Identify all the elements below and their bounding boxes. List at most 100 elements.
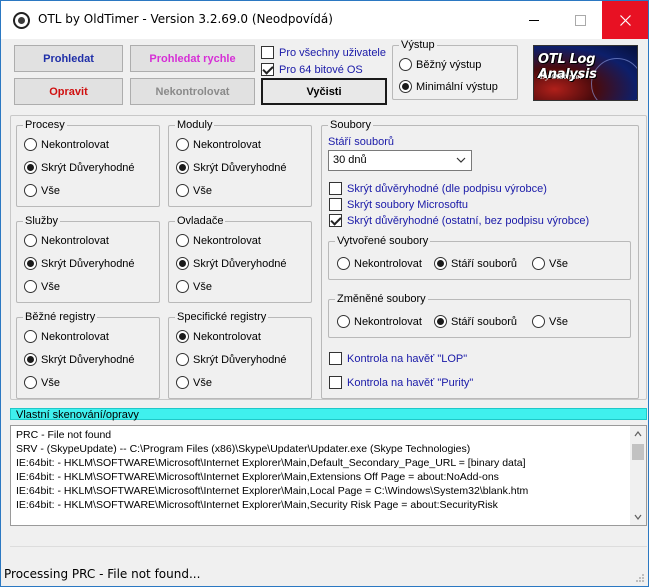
services-all-radio[interactable]: Vše [24,280,60,293]
radio-dot[interactable] [532,257,545,270]
output-normal-radio[interactable]: Běžný výstup [399,58,481,71]
option-label: Nekontrolovat [354,257,422,270]
modules-hide-trusted-radio[interactable]: Skrýt Důveryhodné [176,161,287,174]
services-hide-trusted-radio[interactable]: Skrýt Důveryhodné [24,257,135,270]
created-none-radio[interactable]: Nekontrolovat [337,257,422,270]
checkbox-box[interactable] [329,352,342,365]
radio-dot[interactable] [24,280,37,293]
minimize-button[interactable] [511,1,557,39]
modified-none-radio[interactable]: Nekontrolovat [337,315,422,328]
hide-trusted-other-checkbox[interactable]: Skrýt důvěryhodné (ostatní, bez podpisu … [329,214,589,227]
modules-all-radio[interactable]: Vše [176,184,212,197]
radio-dot[interactable] [24,184,37,197]
purity-checkbox[interactable]: Kontrola na havěť "Purity" [329,376,473,389]
fix-button[interactable]: Opravit [14,78,123,105]
radio-dot[interactable] [176,138,189,151]
app-icon [13,12,30,29]
radio-dot[interactable] [24,353,37,366]
quick-scan-button[interactable]: Prohledat rychle [130,45,255,72]
scan-button[interactable]: Prohledat [14,45,123,72]
radio-dot[interactable] [176,234,189,247]
modules-group: Moduly Nekontrolovat Skrýt Důveryhodné V… [168,119,312,207]
vertical-scrollbar[interactable] [630,426,646,525]
specific-registry-group: Specifické registry Nekontrolovat Skrýt … [168,311,312,399]
log-line: PRC - File not found [16,429,112,441]
checkbox-label: Skrýt důvěryhodné (dle podpisu výrobce) [347,182,547,195]
checkbox-box[interactable] [329,182,342,195]
output-minimal-radio[interactable]: Minimální výstup [399,80,498,93]
radio-dot[interactable] [176,280,189,293]
created-all-radio[interactable]: Vše [532,257,568,270]
radio-dot[interactable] [434,315,447,328]
option-label: Vše [549,257,568,270]
radio-dot[interactable] [24,257,37,270]
output-legend: Výstup [399,39,437,51]
modified-all-radio[interactable]: Vše [532,315,568,328]
radio-dot[interactable] [24,161,37,174]
checkbox-label: Kontrola na havěť "LOP" [347,352,468,365]
radio-dot[interactable] [24,138,37,151]
option-label: Nekontrolovat [193,138,261,151]
all-users-checkbox[interactable]: Pro všechny uživatele [261,46,386,59]
drivers-hide-trusted-radio[interactable]: Skrýt Důveryhodné [176,257,287,270]
close-button[interactable] [602,1,648,39]
checkbox-box[interactable] [329,376,342,389]
lop-checkbox[interactable]: Kontrola na havěť "LOP" [329,352,467,365]
drivers-legend: Ovladače [175,215,226,227]
registry-all-radio[interactable]: Vše [24,376,60,389]
radio-dot[interactable] [176,330,189,343]
processes-none-radio[interactable]: Nekontrolovat [24,138,109,151]
scroll-up-icon[interactable] [634,430,642,438]
custom-scan-textarea[interactable]: PRC - File not found SRV - (SkypeUpdate)… [10,425,647,526]
maximize-button[interactable] [557,1,603,39]
hide-trusted-signed-checkbox[interactable]: Skrýt důvěryhodné (dle podpisu výrobce) [329,182,547,195]
radio-dot[interactable] [24,376,37,389]
modified-age-radio[interactable]: Stáří souborů [434,315,517,328]
radio-dot[interactable] [337,257,350,270]
processes-all-radio[interactable]: Vše [24,184,60,197]
log-line: IE:64bit: - HKLM\SOFTWARE\Microsoft\Inte… [16,499,498,511]
modules-none-radio[interactable]: Nekontrolovat [176,138,261,151]
checkbox-box[interactable] [329,214,342,227]
file-age-select[interactable]: 30 dnů [328,150,472,171]
radio-dot[interactable] [176,161,189,174]
hide-microsoft-files-checkbox[interactable]: Skrýt soubory Microsoftu [329,198,468,211]
scroll-down-icon[interactable] [634,513,642,521]
specific-registry-all-radio[interactable]: Vše [176,376,212,389]
radio-dot[interactable] [176,184,189,197]
resize-grip-icon[interactable] [635,573,645,583]
radio-dot[interactable] [24,234,37,247]
radio-dot[interactable] [399,80,412,93]
option-label: Skrýt Důveryhodné [41,353,135,366]
registry-none-radio[interactable]: Nekontrolovat [24,330,109,343]
option-label: Stáří souborů [451,257,518,270]
radio-dot[interactable] [24,330,37,343]
x64-checkbox[interactable]: Pro 64 bitové OS [261,63,363,76]
radio-dot[interactable] [176,376,189,389]
radio-dot[interactable] [532,315,545,328]
created-age-radio[interactable]: Stáří souborů [434,257,517,270]
no-check-button[interactable]: Nekontrolovat [130,78,255,105]
services-none-radio[interactable]: Nekontrolovat [24,234,109,247]
drivers-all-radio[interactable]: Vše [176,280,212,293]
clean-button[interactable]: Vyčisti [261,78,387,105]
drivers-none-radio[interactable]: Nekontrolovat [176,234,261,247]
x64-box[interactable] [261,63,274,76]
radio-dot[interactable] [176,257,189,270]
otl-window: OTL by OldTimer - Version 3.2.69.0 (Neod… [0,0,649,587]
option-label: Nekontrolovat [41,234,109,247]
horizontal-scrollbar[interactable] [10,546,647,563]
checkbox-box[interactable] [329,198,342,211]
title-bar[interactable]: OTL by OldTimer - Version 3.2.69.0 (Neod… [1,1,648,39]
radio-dot[interactable] [337,315,350,328]
specific-registry-hide-trusted-radio[interactable]: Skrýt Důveryhodné [176,353,287,366]
registry-hide-trusted-radio[interactable]: Skrýt Důveryhodné [24,353,135,366]
radio-dot[interactable] [399,58,412,71]
radio-dot[interactable] [434,257,447,270]
scroll-thumb[interactable] [632,444,644,460]
processes-hide-trusted-radio[interactable]: Skrýt Důveryhodné [24,161,135,174]
specific-registry-none-radio[interactable]: Nekontrolovat [176,330,261,343]
modified-files-group: Změněné soubory Nekontrolovat Stáří soub… [328,293,631,338]
radio-dot[interactable] [176,353,189,366]
all-users-box[interactable] [261,46,274,59]
